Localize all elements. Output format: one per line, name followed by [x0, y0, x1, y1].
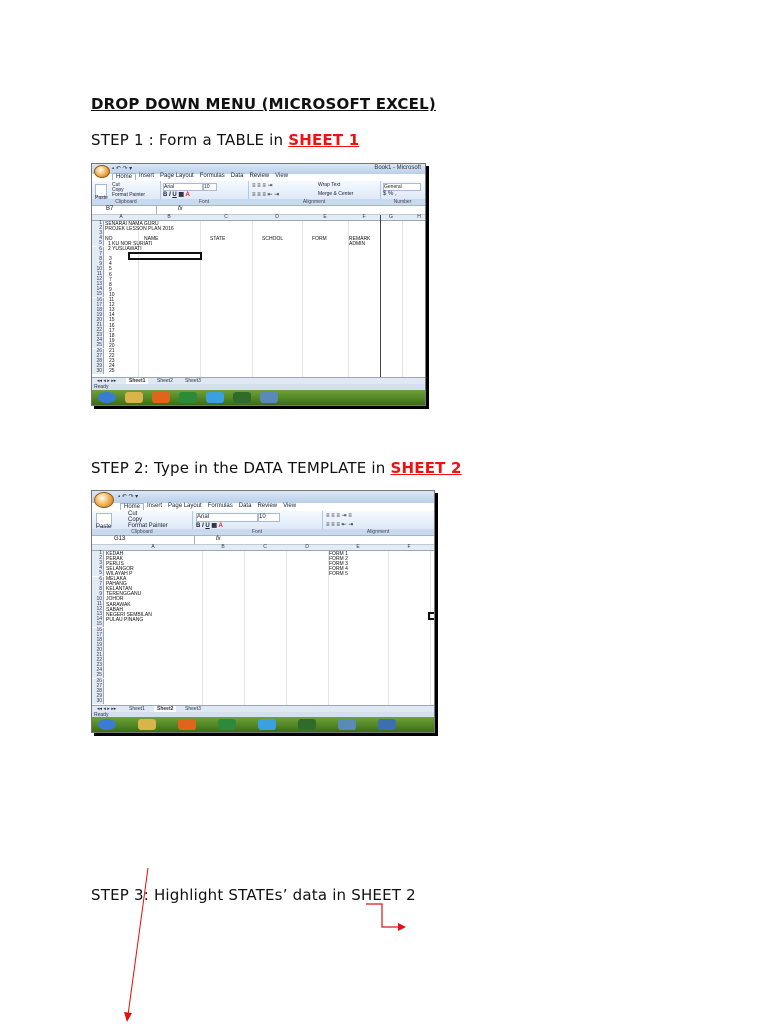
annotation-arrows [124, 867, 406, 1022]
arrow-down [124, 867, 149, 1022]
arrow-right [366, 903, 406, 931]
